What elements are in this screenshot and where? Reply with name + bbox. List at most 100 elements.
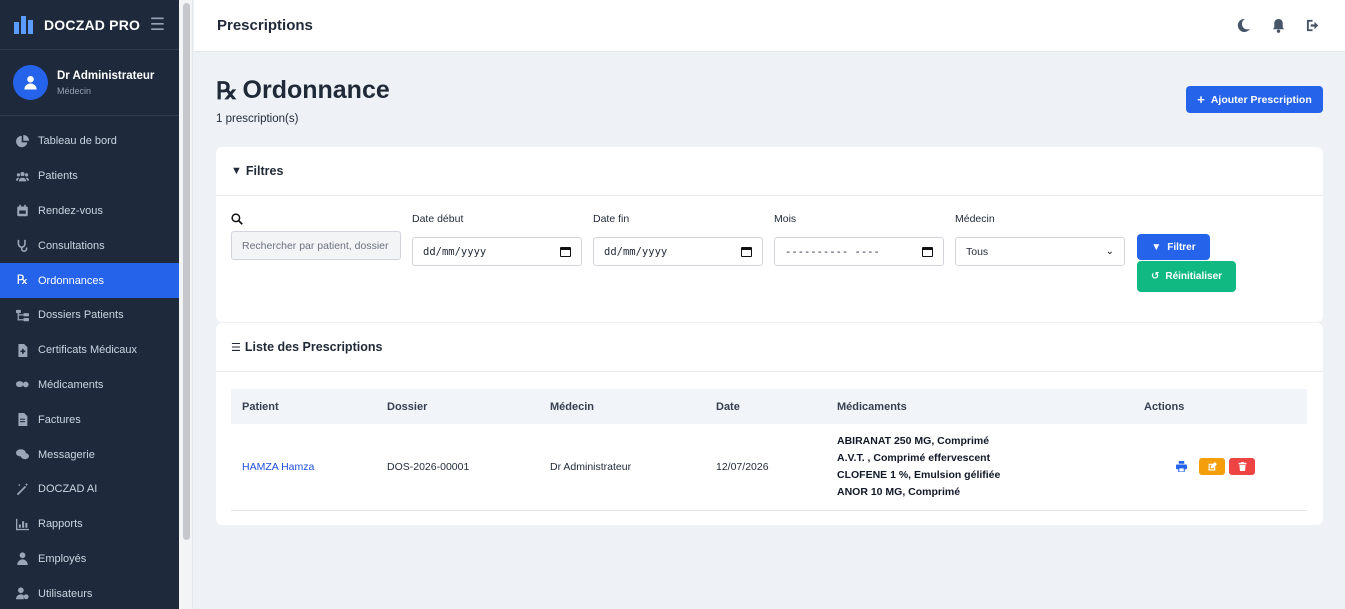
sidebar: DOCZAD PRO ☰ Dr Administrateur Médecin T… — [0, 0, 179, 609]
edit-button[interactable] — [1199, 458, 1225, 476]
stethoscope-icon — [15, 239, 30, 253]
menu-toggle-icon[interactable]: ☰ — [150, 15, 165, 35]
filter-icon: ▼ — [1151, 241, 1162, 253]
month-filter: Mois ---------- ---- — [774, 213, 944, 266]
user-name: Dr Administrateur — [57, 69, 155, 82]
page-title: ℞ Ordonnance — [216, 76, 390, 105]
cell-patient: HAMZA Hamza — [231, 424, 376, 511]
reset-button[interactable]: ↺ Réinitialiser — [1137, 261, 1236, 292]
sidebar-item-rendez-vous[interactable]: Rendez-vous — [0, 194, 179, 229]
prescription-icon: ℞ — [16, 273, 29, 289]
sidebar-item-label: Factures — [38, 413, 81, 426]
filter-button-label: Filtrer — [1167, 241, 1196, 253]
bar-chart-icon — [15, 518, 30, 531]
date-start-input[interactable]: dd/mm/yyyy — [412, 237, 582, 266]
doctor-filter: Médecin Tous ⌄ — [955, 213, 1125, 266]
topbar-title: Prescriptions — [217, 17, 313, 34]
sidebar-item-label: Ordonnances — [38, 274, 105, 287]
prescriptions-list-card: ☰ Liste des Prescriptions Patient Dossie… — [216, 323, 1323, 525]
sidebar-item-utilisateurs[interactable]: Utilisateurs — [0, 576, 179, 609]
sidebar-item-label: DOCZAD AI — [38, 483, 98, 496]
calendar-icon[interactable] — [922, 246, 933, 257]
sidebar-item-consultations[interactable]: Consultations — [0, 228, 179, 263]
delete-button[interactable] — [1229, 458, 1255, 476]
month-input[interactable]: ---------- ---- — [774, 237, 944, 266]
print-icon — [1175, 461, 1187, 473]
sidebar-item-label: Tableau de bord — [38, 135, 117, 148]
search-input[interactable]: Rechercher par patient, dossier — [231, 231, 401, 260]
sidebar-item-label: Rapports — [38, 518, 83, 531]
col-actions: Actions — [1144, 400, 1185, 413]
sidebar-item-employes[interactable]: Employés — [0, 542, 179, 577]
sidebar-item-certificats[interactable]: Certificats Médicaux — [0, 333, 179, 368]
pills-icon — [15, 378, 30, 391]
sidebar-item-doczad-ai[interactable]: DOCZAD AI — [0, 472, 179, 507]
month-label: Mois — [774, 213, 797, 225]
sidebar-item-label: Rendez-vous — [38, 204, 103, 217]
calendar-icon[interactable] — [560, 246, 571, 257]
user-role: Médecin — [57, 85, 92, 96]
filters-title: Filtres — [245, 164, 284, 178]
sidebar-item-rapports[interactable]: Rapports — [0, 507, 179, 542]
folder-tree-icon — [15, 309, 30, 322]
filter-icon: ▼ — [231, 165, 242, 177]
search-placeholder: Rechercher par patient, dossier — [242, 239, 389, 252]
sidebar-item-label: Messagerie — [38, 448, 95, 461]
user-cog-icon — [15, 587, 30, 600]
invoice-icon — [15, 413, 30, 427]
cell-medecin: Dr Administrateur — [539, 424, 705, 511]
col-dossier: Dossier — [387, 400, 428, 413]
brand-name: DOCZAD PRO — [44, 16, 141, 33]
date-start-label: Date début — [412, 213, 464, 225]
medicament-item: CLOFENE 1 %, Emulsion gélifiée — [837, 468, 1001, 481]
table-row: HAMZA Hamza DOS-2026-00001 Dr Administra… — [231, 424, 1307, 511]
date-start-filter: Date début dd/mm/yyyy — [412, 213, 582, 266]
sidebar-item-label: Employés — [38, 552, 87, 565]
sidebar-scrollbar-thumb[interactable] — [183, 3, 190, 540]
reset-button-label: Réinitialiser — [1165, 271, 1223, 282]
cell-medicaments: ABIRANAT 250 MG, Comprimé A.V.T. , Compr… — [826, 424, 1133, 511]
search-icon — [231, 213, 401, 229]
sidebar-scrollbar[interactable] — [179, 0, 193, 609]
doctor-select[interactable]: Tous ⌄ — [955, 237, 1125, 266]
logout-icon[interactable] — [1304, 17, 1322, 35]
file-medical-icon — [15, 343, 30, 357]
filters-card: ▼ Filtres Rechercher par patient, dossie… — [216, 147, 1323, 322]
sidebar-item-ordonnances[interactable]: ℞ Ordonnances — [0, 263, 179, 298]
filter-button[interactable]: ▼ Filtrer — [1137, 234, 1210, 260]
sidebar-item-medicaments[interactable]: Médicaments — [0, 368, 179, 403]
sidebar-item-factures[interactable]: Factures — [0, 402, 179, 437]
sidebar-item-label: Médicaments — [38, 378, 104, 391]
sidebar-item-dossiers-patients[interactable]: Dossiers Patients — [0, 298, 179, 333]
user-panel: Dr Administrateur Médecin — [0, 50, 179, 116]
bell-icon[interactable] — [1269, 17, 1287, 35]
sidebar-nav: Tableau de bord Patients Rendez-vous Con… — [0, 116, 179, 609]
main-content: ℞ Ordonnance 1 prescription(s) + Ajouter… — [194, 52, 1345, 609]
print-button[interactable] — [1173, 459, 1189, 475]
prescription-icon: ℞ — [216, 76, 238, 105]
prescription-count: 1 prescription(s) — [216, 113, 299, 125]
medicament-item: A.V.T. , Comprimé effervescent — [837, 451, 991, 464]
sidebar-item-patients[interactable]: Patients — [0, 159, 179, 194]
chart-pie-icon — [15, 134, 30, 148]
undo-icon: ↺ — [1150, 271, 1160, 282]
patient-link[interactable]: HAMZA Hamza — [242, 461, 314, 473]
doctor-select-value: Tous — [966, 245, 989, 258]
sidebar-item-label: Dossiers Patients — [38, 309, 124, 322]
search-filter: Rechercher par patient, dossier — [231, 213, 401, 260]
add-prescription-button[interactable]: + Ajouter Prescription — [1186, 86, 1323, 113]
col-medicaments: Médicaments — [837, 400, 907, 413]
user-md-icon — [24, 75, 37, 90]
brand-bar: DOCZAD PRO ☰ — [0, 0, 179, 50]
col-medecin: Médecin — [550, 400, 595, 413]
medicament-item: ABIRANAT 250 MG, Comprimé — [837, 434, 990, 447]
user-tie-icon — [15, 552, 30, 566]
date-end-input[interactable]: dd/mm/yyyy — [593, 237, 763, 266]
edit-icon — [1208, 462, 1217, 471]
sidebar-item-dashboard[interactable]: Tableau de bord — [0, 124, 179, 159]
add-prescription-label: Ajouter Prescription — [1210, 93, 1312, 106]
moon-icon[interactable] — [1234, 17, 1252, 35]
plus-icon: + — [1197, 92, 1205, 107]
calendar-icon[interactable] — [741, 246, 752, 257]
sidebar-item-messagerie[interactable]: Messagerie — [0, 437, 179, 472]
